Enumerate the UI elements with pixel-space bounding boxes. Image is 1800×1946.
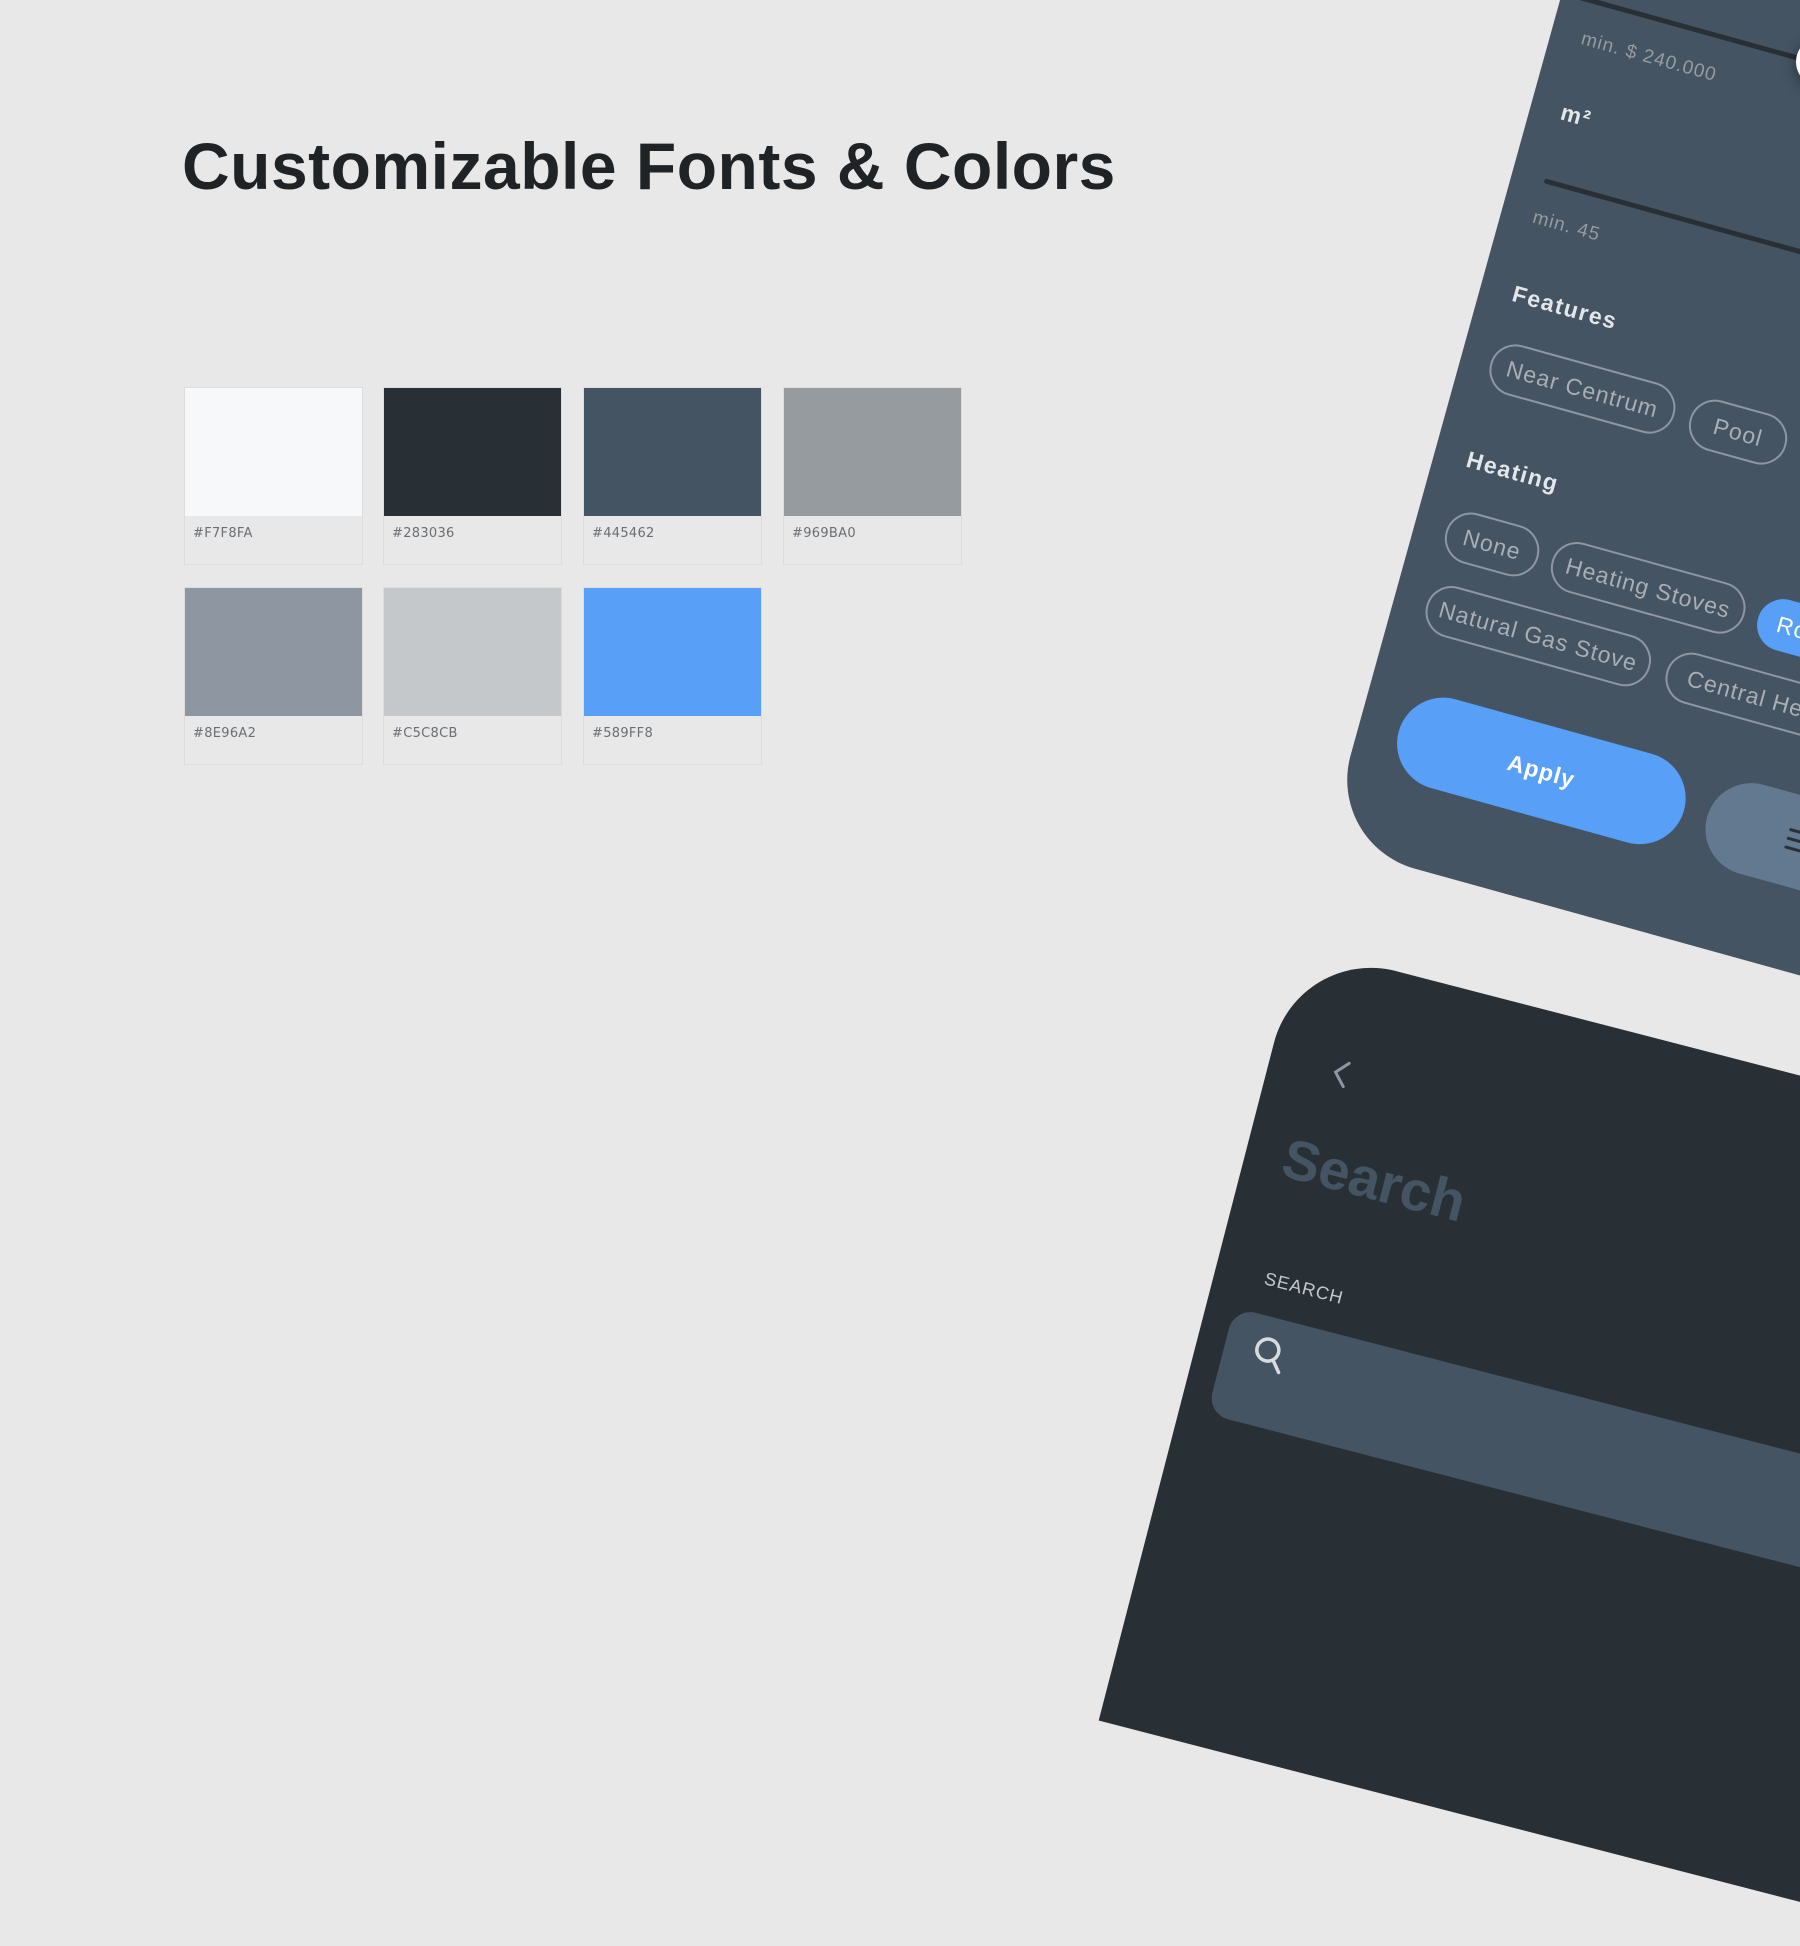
- area-slider-track[interactable]: [1543, 178, 1800, 371]
- color-swatch: #445462: [583, 387, 762, 565]
- apply-button[interactable]: Apply: [1386, 687, 1697, 855]
- swatch-color: [784, 388, 961, 516]
- search-screen-mockup: Search SEARCH: [1098, 946, 1800, 1946]
- swatch-color: [384, 588, 561, 716]
- area-label: m²: [1557, 98, 1595, 133]
- search-icon: [1255, 1337, 1281, 1375]
- search-field-label: SEARCH: [1262, 1268, 1346, 1308]
- sort-filter-icon: [1784, 828, 1800, 853]
- color-swatch: #589FF8: [583, 587, 762, 765]
- swatch-code: #C5C8CB: [392, 726, 458, 741]
- chevron-left-icon[interactable]: [1327, 1056, 1356, 1091]
- color-swatch: #C5C8CB: [383, 587, 562, 765]
- search-input[interactable]: [1206, 1307, 1800, 1620]
- filter-screen-mockup: min. $ 240.000 m² min. 45 Features Near …: [1326, 0, 1800, 1021]
- price-slider-knob[interactable]: [1790, 31, 1800, 93]
- color-swatch: #283036: [383, 387, 562, 565]
- color-swatch: #969BA0: [783, 387, 962, 565]
- swatch-color: [584, 588, 761, 716]
- page-title: Customizable Fonts & Colors: [182, 129, 1116, 203]
- heating-label: Heating: [1463, 446, 1562, 497]
- color-swatch: #F7F8FA: [184, 387, 363, 565]
- chip-central-heating[interactable]: Central Hea: [1659, 646, 1800, 772]
- color-swatch: #8E96A2: [184, 587, 363, 765]
- swatch-code: #445462: [592, 526, 655, 541]
- swatch-code: #F7F8FA: [193, 526, 253, 541]
- chip-near-centrum[interactable]: Near Centrum: [1483, 338, 1682, 440]
- swatch-color: [185, 588, 362, 716]
- swatch-code: #969BA0: [792, 526, 856, 541]
- swatch-color: [584, 388, 761, 516]
- swatch-code: #8E96A2: [193, 726, 257, 741]
- area-min-label: min. 45: [1530, 206, 1603, 246]
- chip-pool[interactable]: Pool: [1682, 393, 1794, 471]
- price-min-label: min. $ 240.000: [1578, 28, 1719, 86]
- swatch-color: [185, 388, 362, 516]
- swatch-color: [384, 388, 561, 516]
- features-label: Features: [1509, 280, 1621, 335]
- chip-none[interactable]: None: [1438, 506, 1546, 583]
- swatch-code: #589FF8: [592, 726, 654, 741]
- swatch-code: #283036: [392, 526, 455, 541]
- search-title: Search: [1275, 1125, 1473, 1234]
- sort-button[interactable]: [1694, 772, 1800, 926]
